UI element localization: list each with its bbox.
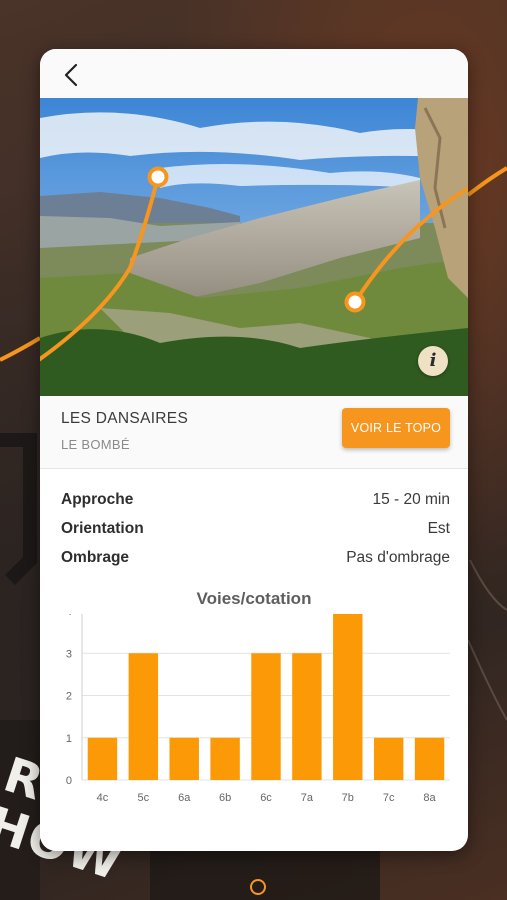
detail-row-ombrage: Ombrage Pas d'ombrage <box>61 547 450 576</box>
bar-6b <box>210 737 240 780</box>
top-bar <box>40 49 468 99</box>
info-icon[interactable]: i <box>418 346 448 376</box>
x-tick-label: 8a <box>423 792 436 804</box>
bar-8a <box>414 737 445 780</box>
y-tick-label: 0 <box>66 775 72 787</box>
x-tick-label: 7c <box>383 792 395 804</box>
bar-4c <box>87 737 118 780</box>
chart-title: Voies/cotation <box>196 589 312 608</box>
x-tick-label: 7a <box>301 792 314 804</box>
sector-name: LE BOMBÉ <box>61 437 130 452</box>
crag-name: LES DANSAIRES <box>61 410 189 427</box>
bar-7a <box>292 653 322 780</box>
detail-label: Orientation <box>61 520 144 537</box>
x-tick-label: 6b <box>219 792 231 804</box>
bar-7c <box>373 737 404 780</box>
crag-card: i LES DANSAIRES LE BOMBÉ VOIR LE TOPO Ap… <box>40 49 468 851</box>
bar-6a <box>169 737 199 780</box>
grades-bar-chart: 0 1 2 3 4 4c 5c 6a 6b 6c 7a 7b 7c 8a <box>66 614 450 804</box>
details-list: Approche 15 - 20 min Orientation Est Omb… <box>61 489 450 576</box>
crag-photo <box>40 98 468 396</box>
y-tick-label: 2 <box>66 691 72 703</box>
x-tick-label: 6c <box>260 792 272 804</box>
x-tick-label: 7b <box>342 792 354 804</box>
x-tick-label: 6a <box>178 792 191 804</box>
bar-7b <box>333 614 363 780</box>
detail-label: Ombrage <box>61 549 130 566</box>
y-tick-label: 3 <box>66 648 72 660</box>
x-tick-label: 4c <box>97 792 109 804</box>
x-tick-label: 5c <box>138 792 150 804</box>
y-tick-label: 1 <box>66 733 72 745</box>
chevron-left-icon[interactable] <box>58 61 86 89</box>
sector-header: LES DANSAIRES LE BOMBÉ VOIR LE TOPO <box>40 396 468 469</box>
detail-value: Pas d'ombrage <box>346 549 450 566</box>
bar-6c <box>251 653 281 780</box>
detail-row-approche: Approche 15 - 20 min <box>61 489 450 518</box>
detail-row-orientation: Orientation Est <box>61 518 450 547</box>
detail-value: Est <box>427 520 450 537</box>
y-tick-label: 4 <box>66 614 72 618</box>
detail-value: 15 - 20 min <box>372 491 450 508</box>
detail-label: Approche <box>61 491 134 508</box>
voir-topo-button[interactable]: VOIR LE TOPO <box>342 408 450 448</box>
bar-5c <box>128 653 159 780</box>
